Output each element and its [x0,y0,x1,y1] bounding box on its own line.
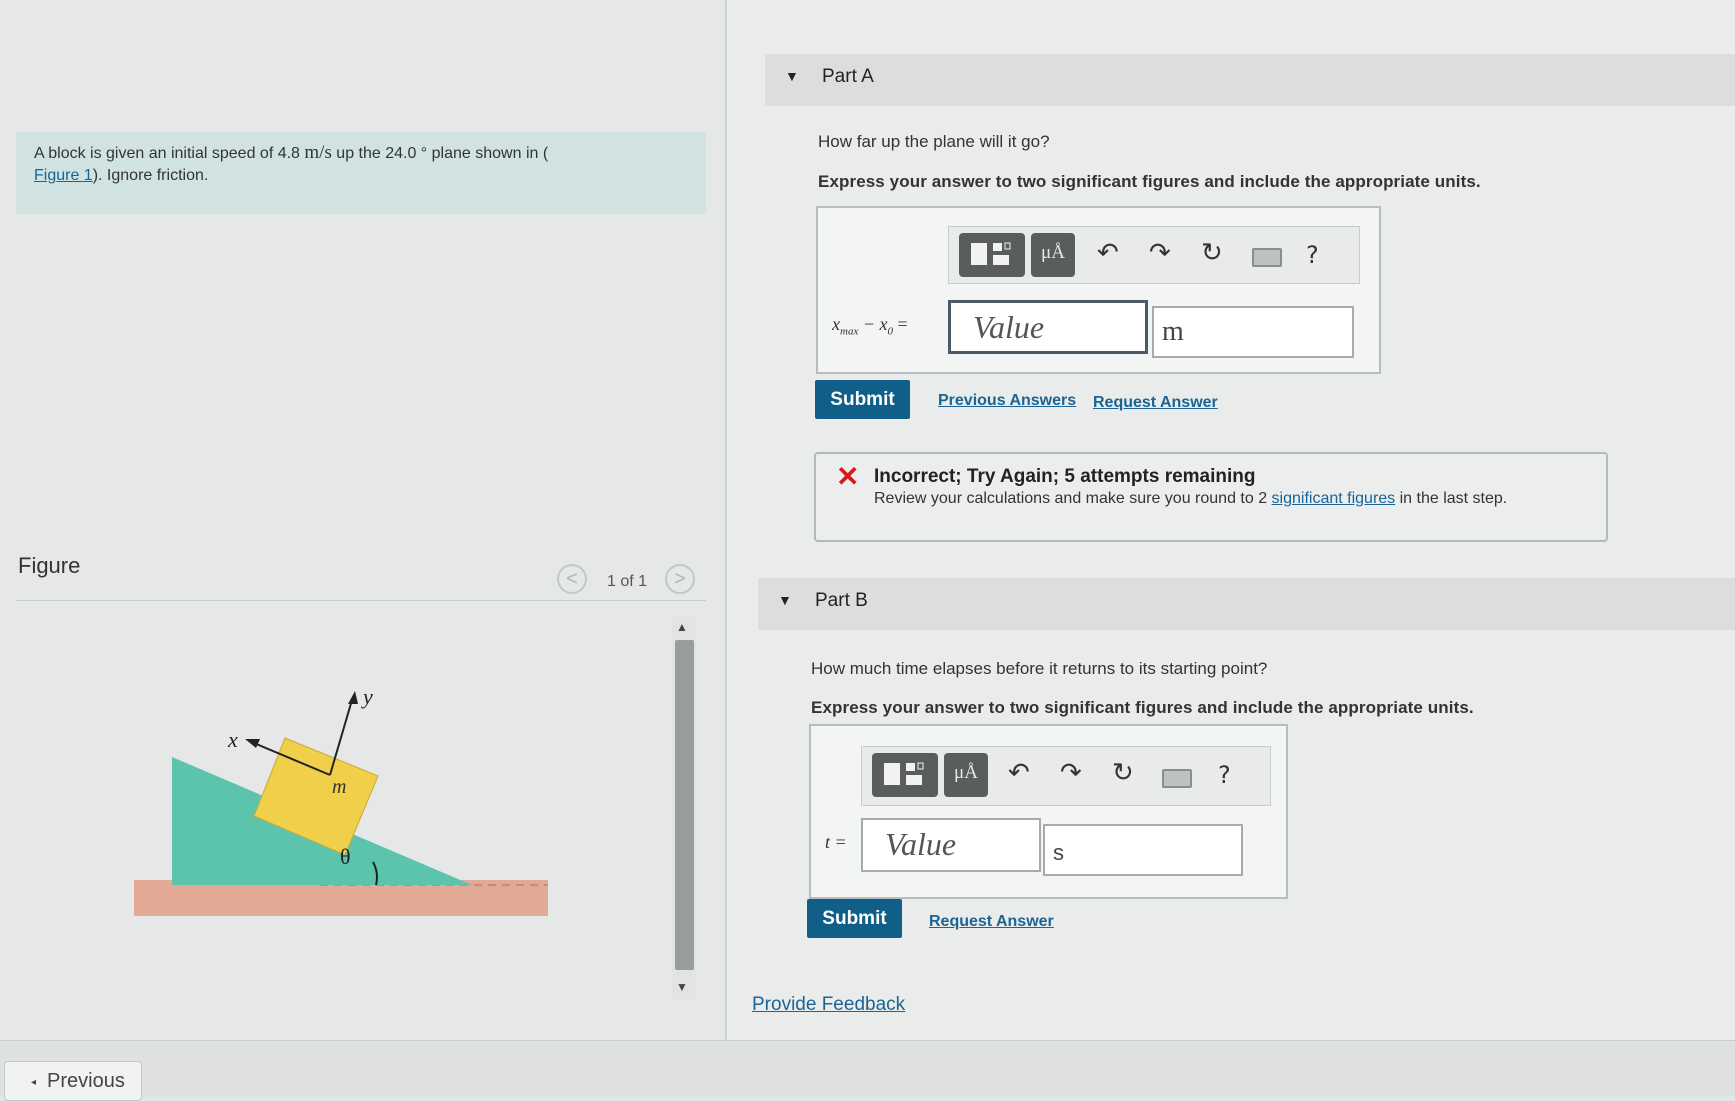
part-a-question: How far up the plane will it go? [818,132,1050,151]
x-axis-arrow [245,739,260,748]
units-button[interactable]: μÅ [1031,233,1075,277]
part-b-instruction: Express your answer to two significant f… [811,698,1474,717]
x-axis-label: x [227,727,238,752]
mass-label: m [332,776,346,798]
left-pane: A block is given an initial speed of 4.8… [0,0,725,1040]
previous-answers-link[interactable]: Previous Answers [938,392,1076,410]
figure-scrollbar-thumb[interactable] [675,640,694,970]
part-b-request-answer-link[interactable]: Request Answer [929,913,1054,931]
previous-arrow-icon: ◂ [31,1077,37,1088]
redo-icon[interactable]: ↷ [1149,237,1171,268]
part-b-unit-input[interactable]: s [1043,824,1243,876]
scroll-down-arrow[interactable]: ▼ [676,980,688,994]
speed-unit: m/s [304,142,332,163]
templates-button[interactable] [872,753,938,797]
collapse-caret-icon[interactable]: ▼ [785,68,799,84]
problem-text-after: ). Ignore friction. [92,167,209,184]
part-a-instruction: Express your answer to two significant f… [818,172,1481,191]
collapse-caret-icon[interactable]: ▼ [778,592,792,608]
part-b-value-input[interactable]: Value [861,818,1041,872]
part-b-answer-box: μÅ ↶ ↷ ↻ ? t = Value s [809,724,1288,899]
figure-divider [16,600,706,601]
theta-label: θ [340,844,351,869]
figure-pager: 1 of 1 [607,573,648,590]
provide-feedback-link[interactable]: Provide Feedback [752,994,905,1016]
part-b-variable-label: t = [825,832,847,852]
part-a-variable-label: xmax − x0 = [832,314,908,338]
part-b-toolbar: μÅ ↶ ↷ ↻ ? [861,746,1271,806]
part-a-value-input[interactable]: Value [948,300,1148,354]
help-icon[interactable]: ? [1218,761,1231,789]
reset-icon[interactable]: ↻ [1201,237,1223,268]
reset-icon[interactable]: ↻ [1112,757,1134,788]
scroll-up-arrow[interactable]: ▲ [676,620,688,634]
bottom-bar [0,1040,1735,1096]
problem-statement: A block is given an initial speed of 4.8… [16,132,706,214]
undo-icon[interactable]: ↶ [1008,757,1030,788]
part-a-title: Part A [822,66,874,87]
part-a-toolbar: μÅ ↶ ↷ ↻ ? [948,226,1360,284]
figure-prev-button[interactable]: < [557,564,587,594]
part-b-title: Part B [815,590,868,611]
previous-button[interactable]: ◂ Previous [4,1061,142,1101]
undo-icon[interactable]: ↶ [1097,237,1119,268]
part-b-question: How much time elapses before it returns … [811,659,1268,678]
part-a-request-answer-link[interactable]: Request Answer [1093,394,1218,412]
part-b-submit-button[interactable]: Submit [807,899,902,938]
part-a-answer-box: μÅ ↶ ↷ ↻ ? xmax − x0 = Value m [816,206,1381,374]
significant-figures-link[interactable]: significant figures [1272,490,1396,507]
figure-title: Figure [18,553,81,578]
problem-text-mid: up the 24.0 ° plane shown in ( [331,145,549,162]
y-axis-arrow [348,691,358,704]
problem-text-before: A block is given an initial speed of 4.8 [34,145,305,162]
redo-icon[interactable]: ↷ [1060,757,1082,788]
templates-button[interactable] [959,233,1025,277]
feedback-message: Review your calculations and make sure y… [874,490,1508,507]
figure-link[interactable]: Figure 1 [34,167,93,184]
keyboard-icon[interactable] [1252,248,1282,267]
units-button[interactable]: μÅ [944,753,988,797]
part-a-header[interactable]: ▼ Part A [765,54,1735,106]
incline-figure: x y m θ [134,684,548,916]
help-icon[interactable]: ? [1306,241,1319,269]
part-b-header[interactable]: ▼ Part B [758,578,1735,630]
incorrect-feedback-box: ✕ Incorrect; Try Again; 5 attempts remai… [814,452,1608,542]
templates-icon [971,242,1011,265]
feedback-title: Incorrect; Try Again; 5 attempts remaini… [874,466,1256,487]
previous-button-label: Previous [47,1070,125,1092]
templates-icon [884,762,924,785]
y-axis-label: y [361,684,373,709]
figure-next-button[interactable]: > [665,564,695,594]
keyboard-icon[interactable] [1162,769,1192,788]
error-icon: ✕ [836,461,860,492]
part-a-submit-button[interactable]: Submit [815,380,910,419]
part-a-unit-input[interactable]: m [1152,306,1354,358]
